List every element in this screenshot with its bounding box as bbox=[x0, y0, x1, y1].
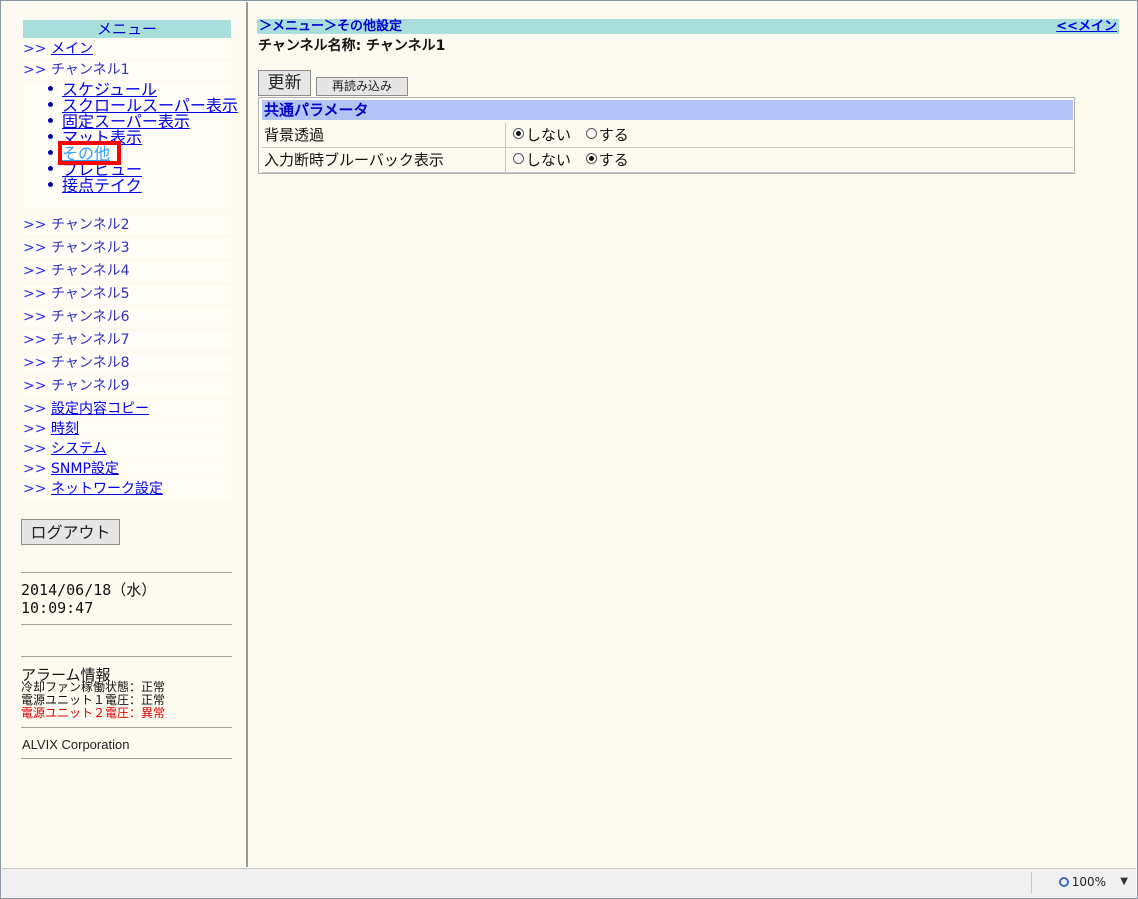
submenu-item-contact-take[interactable]: 接点テイク bbox=[48, 178, 142, 195]
divider bbox=[21, 727, 232, 728]
param-label: 入力断時ブルーバック表示 bbox=[262, 148, 506, 172]
menu-item-main[interactable]: >> メイン bbox=[23, 40, 231, 59]
clock-time: 10:09:47 bbox=[21, 599, 94, 617]
clock-display: 2014/06/18（水） 10:09:47 bbox=[21, 581, 156, 617]
menu-item-channel7: >> チャンネル7 bbox=[23, 331, 231, 350]
bullet-icon bbox=[48, 182, 53, 187]
update-button[interactable]: 更新 bbox=[258, 70, 311, 96]
menu-item-snmp[interactable]: >> SNMP設定 bbox=[23, 460, 231, 479]
radio-option-off[interactable]: しない bbox=[513, 151, 571, 169]
menu-item-channel3: >> チャンネル3 bbox=[23, 239, 231, 258]
param-row-blueback: 入力断時ブルーバック表示 しない する bbox=[262, 148, 1073, 173]
menu-arrow: >> bbox=[23, 421, 47, 437]
menu-arrow: >> bbox=[23, 401, 47, 417]
clock-date: 2014/06/18（水） bbox=[21, 581, 157, 599]
breadcrumb: ＞メニュー＞その他設定 bbox=[259, 19, 403, 34]
menu-arrow: >> bbox=[23, 217, 47, 233]
divider bbox=[21, 758, 232, 759]
section-title: 共通パラメータ bbox=[262, 100, 1073, 120]
divider bbox=[21, 656, 232, 657]
param-options: しない する bbox=[513, 123, 639, 147]
radio-option-on[interactable]: する bbox=[585, 151, 629, 169]
bullet-icon bbox=[48, 86, 53, 91]
menu-arrow: >> bbox=[23, 62, 47, 78]
menu-item-system[interactable]: >> システム bbox=[23, 440, 231, 459]
menu-arrow: >> bbox=[23, 309, 47, 325]
selection-highlight-box bbox=[58, 141, 121, 165]
common-parameters-table: 共通パラメータ 背景透過 しない する 入力断時ブルーバック表示 しない する bbox=[258, 97, 1075, 174]
corporation-name: ALVIX Corporation bbox=[22, 737, 130, 752]
menu-arrow: >> bbox=[23, 378, 47, 394]
bullet-icon bbox=[48, 150, 53, 155]
radio-option-on[interactable]: する bbox=[585, 126, 629, 144]
menu-item-channel9: >> チャンネル9 bbox=[23, 377, 231, 396]
reload-button[interactable]: 再読み込み bbox=[316, 77, 408, 96]
menu-item-channel6: >> チャンネル6 bbox=[23, 308, 231, 327]
menu-item-channel1: >> チャンネル1 bbox=[23, 61, 231, 80]
menu-arrow: >> bbox=[23, 41, 47, 57]
browser-window: メニュー >> メイン >> チャンネル1 スケジュール スクロールスーパー表示 固… bbox=[0, 0, 1138, 899]
bullet-icon bbox=[48, 134, 53, 139]
radio-option-off[interactable]: しない bbox=[513, 126, 571, 144]
menu-arrow: >> bbox=[23, 481, 47, 497]
menu-item-channel5: >> チャンネル5 bbox=[23, 285, 231, 304]
left-menu-pane: メニュー >> メイン >> チャンネル1 スケジュール スクロールスーパー表示 固… bbox=[2, 2, 248, 867]
logout-button[interactable]: ログアウト bbox=[21, 519, 120, 545]
back-to-main-link[interactable]: <<メイン bbox=[1056, 19, 1117, 34]
param-row-bg-transparency: 背景透過 しない する bbox=[262, 123, 1073, 148]
menu-link-main[interactable]: メイン bbox=[51, 41, 93, 57]
radio-selected-icon[interactable] bbox=[585, 153, 597, 164]
menu-item-channel2: >> チャンネル2 bbox=[23, 216, 231, 235]
bullet-icon bbox=[48, 166, 53, 171]
radio-unselected-icon[interactable] bbox=[513, 153, 524, 164]
menu-arrow: >> bbox=[23, 263, 47, 279]
menu-item-network[interactable]: >> ネットワーク設定 bbox=[23, 480, 231, 499]
menu-item-channel4: >> チャンネル4 bbox=[23, 262, 231, 281]
browser-status-bar: 100% ▼ bbox=[2, 868, 1136, 898]
menu-item-copy-settings[interactable]: >> 設定内容コピー bbox=[23, 400, 231, 419]
channel-name-label: チャンネル名称: チャンネル1 bbox=[258, 38, 446, 54]
menu-arrow: >> bbox=[23, 355, 47, 371]
menu-item-channel8: >> チャンネル8 bbox=[23, 354, 231, 373]
zoom-level[interactable]: 100% bbox=[1058, 875, 1106, 889]
param-label: 背景透過 bbox=[262, 123, 506, 147]
bullet-icon bbox=[48, 118, 53, 123]
magnifier-icon bbox=[1058, 876, 1069, 887]
radio-unselected-icon[interactable] bbox=[585, 128, 597, 139]
bullet-icon bbox=[48, 102, 53, 107]
param-options: しない する bbox=[513, 148, 639, 172]
chevron-down-icon[interactable]: ▼ bbox=[1120, 876, 1128, 887]
menu-arrow: >> bbox=[23, 240, 47, 256]
divider bbox=[21, 572, 232, 573]
divider bbox=[21, 624, 232, 625]
menu-arrow: >> bbox=[23, 286, 47, 302]
radio-selected-icon[interactable] bbox=[513, 128, 524, 139]
channel1-submenu: スケジュール スクロールスーパー表示 固定スーパー表示 マット表示 その他 プレ… bbox=[23, 82, 238, 208]
menu-arrow: >> bbox=[23, 332, 47, 348]
divider bbox=[1031, 872, 1032, 894]
menu-title: メニュー bbox=[23, 20, 231, 38]
menu-arrow: >> bbox=[23, 441, 47, 457]
breadcrumb-bar: ＞メニュー＞その他設定 <<メイン bbox=[257, 19, 1119, 34]
alarm-psu2-status: 電源ユニット２電圧：異常 bbox=[21, 706, 166, 720]
menu-arrow: >> bbox=[23, 461, 47, 477]
menu-item-time[interactable]: >> 時刻 bbox=[23, 420, 231, 439]
menu-label-channel1: チャンネル1 bbox=[51, 62, 130, 78]
